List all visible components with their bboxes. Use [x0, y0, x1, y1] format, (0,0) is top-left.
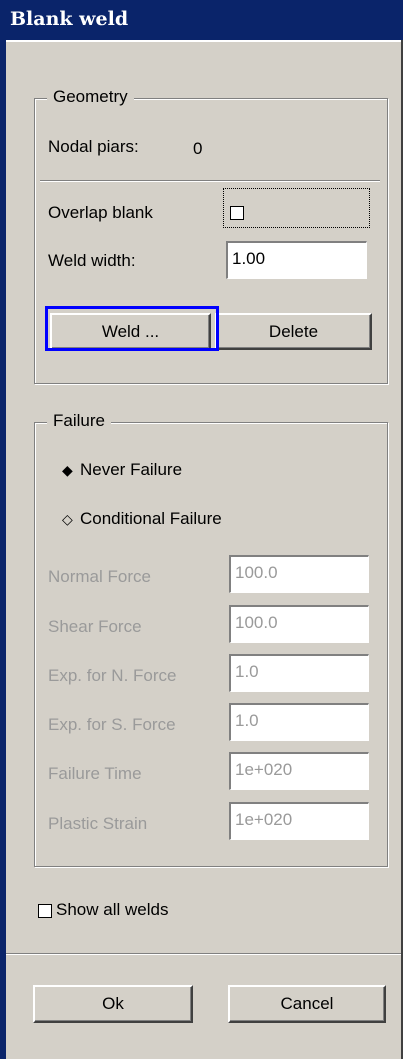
failure-time-label: Failure Time	[48, 764, 142, 783]
window-title: Blank weld	[10, 8, 129, 30]
nodal-pairs-value: 0	[193, 139, 203, 158]
overlap-focus-rect	[223, 188, 370, 228]
exp-s-force-field[interactable]: 1.0	[229, 703, 369, 741]
weld-button-highlight	[45, 306, 219, 351]
failure-legend: Failure	[47, 411, 111, 431]
ok-button[interactable]: Ok	[33, 985, 193, 1023]
cancel-button[interactable]: Cancel	[228, 985, 386, 1023]
exp-s-force-label: Exp. for S. Force	[48, 715, 176, 734]
normal-force-label: Normal Force	[48, 567, 151, 586]
delete-button[interactable]: Delete	[215, 313, 372, 350]
never-failure-label[interactable]: Never Failure	[80, 460, 182, 480]
weld-width-label: Weld width:	[48, 251, 136, 270]
show-all-welds-checkbox[interactable]	[38, 904, 52, 918]
failure-time-field[interactable]: 1e+020	[229, 752, 369, 790]
conditional-failure-radio-icon[interactable]: ◇	[62, 511, 73, 528]
shear-force-field[interactable]: 100.0	[229, 605, 369, 643]
shear-force-label: Shear Force	[48, 617, 142, 636]
geometry-divider	[40, 180, 380, 182]
exp-n-force-field[interactable]: 1.0	[229, 654, 369, 692]
overlap-blank-label: Overlap blank	[48, 203, 153, 222]
weld-width-field[interactable]: 1.00	[226, 241, 367, 279]
show-all-welds-label[interactable]: Show all welds	[56, 900, 168, 920]
plastic-strain-field[interactable]: 1e+020	[229, 802, 369, 840]
exp-n-force-label: Exp. for N. Force	[48, 666, 177, 685]
normal-force-field[interactable]: 100.0	[229, 555, 369, 593]
conditional-failure-label[interactable]: Conditional Failure	[80, 509, 222, 529]
geometry-legend: Geometry	[47, 87, 134, 107]
plastic-strain-label: Plastic Strain	[48, 814, 148, 833]
window-left-edge	[0, 40, 6, 1059]
failure-group: Failure	[34, 411, 388, 867]
nodal-pairs-label: Nodal piars:	[48, 137, 139, 156]
footer-divider	[6, 953, 401, 955]
overlap-blank-checkbox[interactable]	[230, 206, 244, 220]
title-bar[interactable]: Blank weld	[0, 0, 403, 42]
never-failure-radio-icon[interactable]: ◆	[62, 462, 73, 479]
